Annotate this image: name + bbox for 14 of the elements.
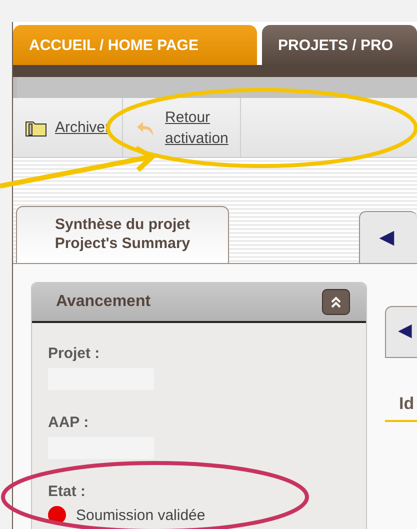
- field-label: Projet :: [48, 345, 100, 362]
- status-text: Soumission validée: [76, 506, 206, 524]
- toolbar-button[interactable]: Retour activation: [123, 98, 242, 157]
- folder-icon: [25, 118, 47, 136]
- chevrons-up-icon: [330, 295, 342, 309]
- field-label: Etat :: [48, 483, 86, 500]
- section-heading: Id: [385, 394, 417, 422]
- project-tab[interactable]: Synthèse du projet Project's Summary: [16, 206, 229, 263]
- collapse-button[interactable]: [322, 289, 350, 315]
- project-tab[interactable]: ◀: [359, 211, 417, 263]
- panel-title: Avancement: [56, 293, 151, 311]
- field-label: AAP :: [48, 414, 89, 431]
- side-tab[interactable]: ◀: [385, 306, 417, 358]
- nav-tab[interactable]: PROJETS / PRO: [262, 25, 417, 65]
